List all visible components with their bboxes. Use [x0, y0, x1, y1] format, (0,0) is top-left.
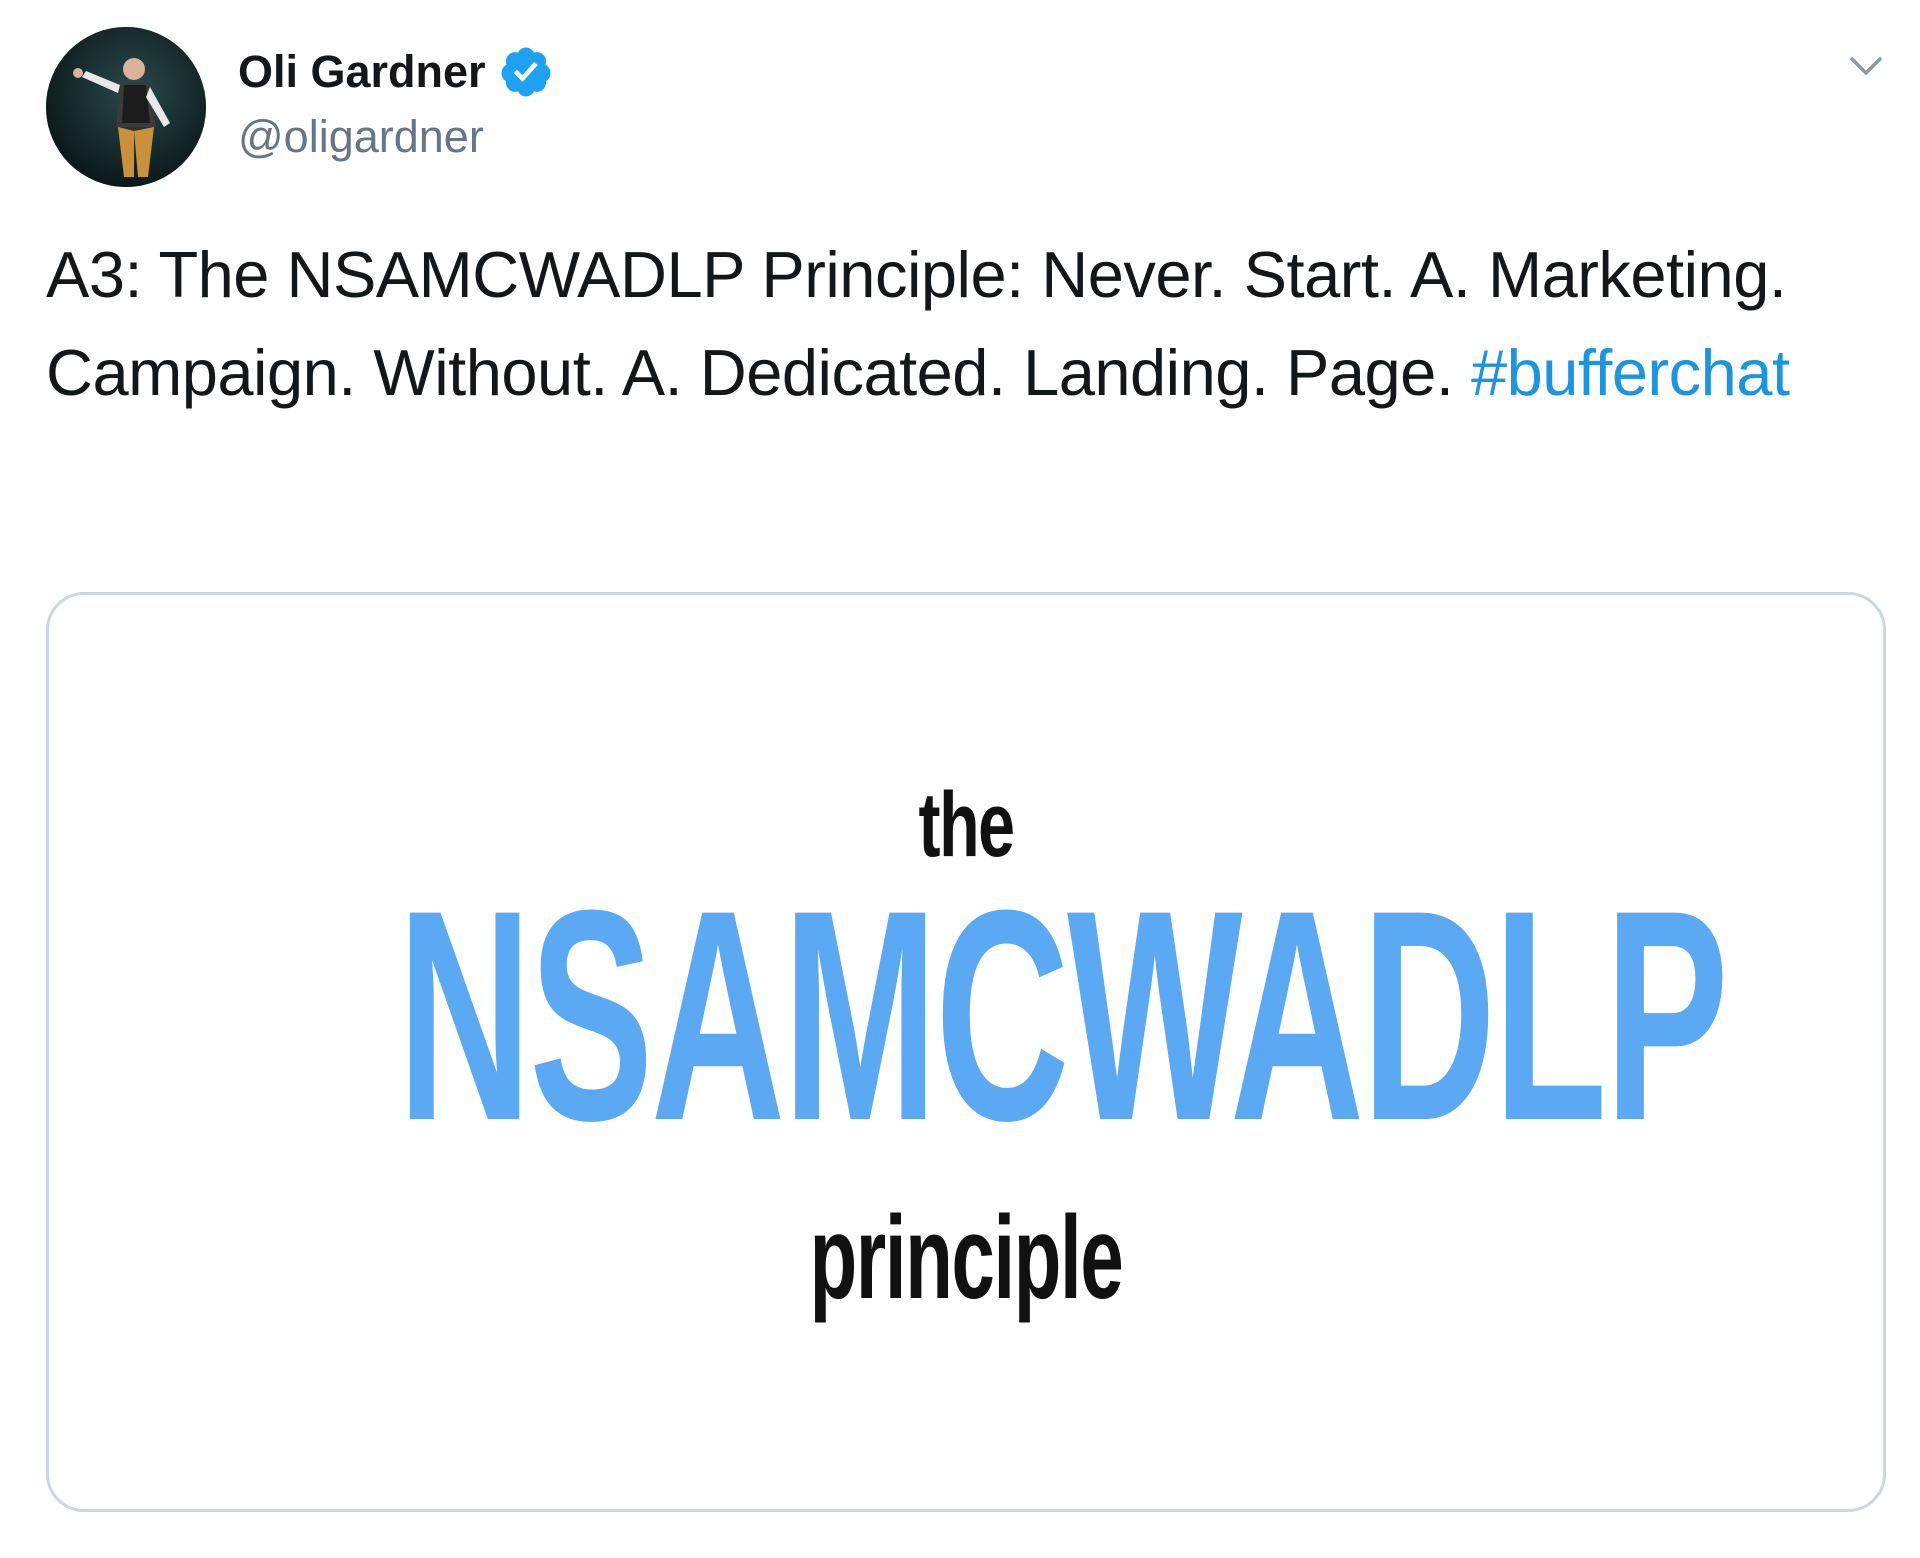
card-word-principle: principle: [809, 1192, 1124, 1324]
card-acronym: NSAMCWADLP: [397, 847, 1728, 1183]
author-handle[interactable]: @oligardner: [238, 107, 484, 167]
avatar-photo-icon: [46, 27, 206, 187]
tweet-text: A3: The NSAMCWADLP Principle: Never. Sta…: [46, 226, 1866, 422]
verified-badge-icon: [498, 44, 554, 100]
hashtag-link[interactable]: #bufferchat: [1471, 336, 1790, 409]
tweet: Oli Gardner @oligardner A3: The NSAMCWAD…: [0, 0, 1920, 1558]
display-name[interactable]: Oli Gardner: [238, 42, 486, 102]
chevron-down-icon[interactable]: [1844, 44, 1888, 88]
media-card[interactable]: the NSAMCWADLP principle: [46, 592, 1886, 1512]
avatar[interactable]: [46, 27, 206, 187]
author-name-row[interactable]: Oli Gardner: [238, 42, 554, 102]
